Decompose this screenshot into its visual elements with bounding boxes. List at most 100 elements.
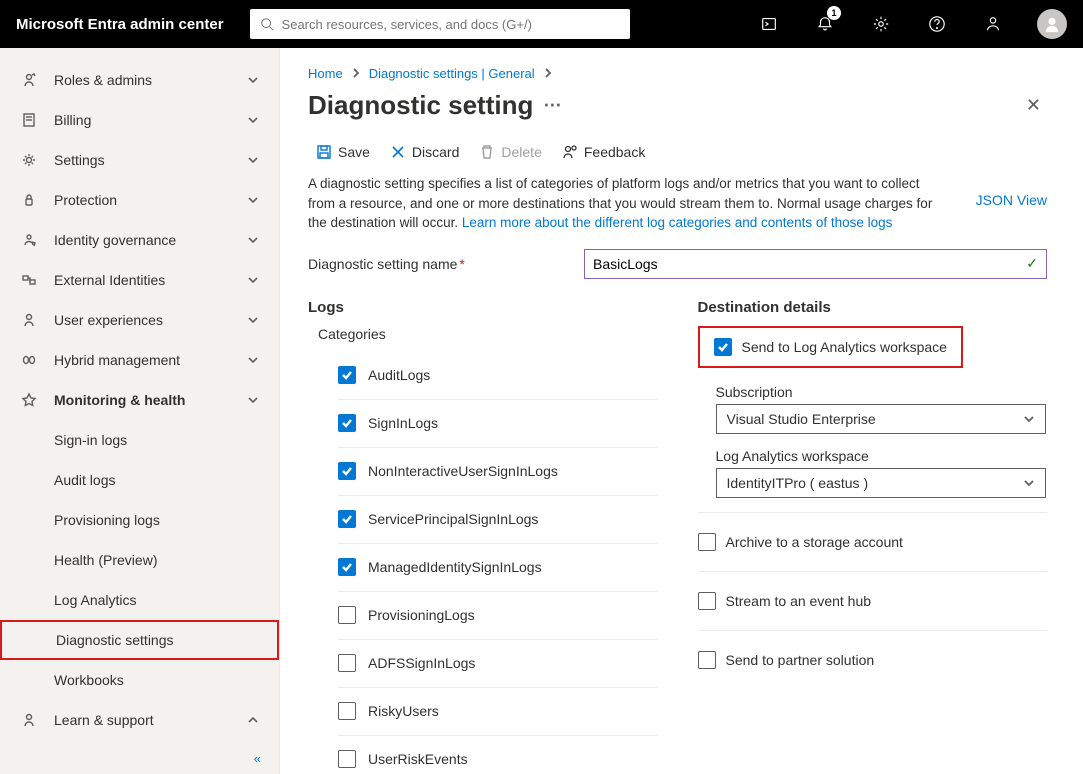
save-button[interactable]: Save (316, 144, 370, 160)
settings-gear-icon[interactable] (861, 0, 901, 48)
top-bar: Microsoft Entra admin center 1 (0, 0, 1083, 48)
log-category-auditlogs[interactable]: AuditLogs (338, 352, 658, 400)
nav-label: Monitoring & health (54, 392, 247, 408)
setting-name-input-wrap[interactable]: ✓ (584, 249, 1047, 279)
storage-checkbox[interactable] (698, 533, 716, 551)
category-label: UserRiskEvents (368, 751, 468, 767)
logs-title: Logs (308, 299, 658, 316)
nav-label: Protection (54, 192, 247, 208)
feedback-label: Feedback (584, 144, 645, 160)
sidebar-sub-workbooks[interactable]: Workbooks (0, 660, 279, 700)
nav-icon (18, 392, 40, 408)
log-category-noninteractiveusersigninlogs[interactable]: NonInteractiveUserSignInLogs (338, 448, 658, 496)
workspace-select[interactable]: IdentityITPro ( eastus ) (716, 468, 1046, 498)
subscription-value: Visual Studio Enterprise (727, 411, 876, 427)
chevron-down-icon (1023, 413, 1035, 425)
close-icon[interactable]: ✕ (1020, 89, 1047, 122)
category-checkbox[interactable] (338, 654, 356, 672)
category-label: SignInLogs (368, 415, 438, 431)
nav-icon (18, 192, 40, 208)
nav-label: Identity governance (54, 232, 247, 248)
log-category-riskyusers[interactable]: RiskyUsers (338, 688, 658, 736)
eventhub-checkbox[interactable] (698, 592, 716, 610)
category-checkbox[interactable] (338, 462, 356, 480)
sidebar-sub-provisioning-logs[interactable]: Provisioning logs (0, 500, 279, 540)
chevron-right-icon (543, 66, 553, 81)
sidebar-item-external-identities[interactable]: External Identities (0, 260, 279, 300)
sidebar-item-hybrid-management[interactable]: Hybrid management (0, 340, 279, 380)
breadcrumb-parent[interactable]: Diagnostic settings | General (369, 66, 535, 81)
partner-label: Send to partner solution (726, 652, 875, 668)
chevron-down-icon (247, 113, 261, 127)
nav-sub-label: Audit logs (54, 472, 261, 488)
category-label: ProvisioningLogs (368, 607, 475, 623)
category-checkbox[interactable] (338, 510, 356, 528)
sidebar-item-roles-admins[interactable]: Roles & admins (0, 60, 279, 100)
log-category-serviceprincipalsigninlogs[interactable]: ServicePrincipalSignInLogs (338, 496, 658, 544)
search-icon (260, 17, 274, 31)
sidebar-sub-health-preview-[interactable]: Health (Preview) (0, 540, 279, 580)
notifications-icon[interactable]: 1 (805, 0, 845, 48)
notification-badge: 1 (827, 6, 841, 20)
feedback-person-icon (562, 144, 578, 160)
chevron-up-icon (247, 393, 261, 407)
sidebar-sub-audit-logs[interactable]: Audit logs (0, 460, 279, 500)
archive-storage[interactable]: Archive to a storage account (698, 529, 1048, 555)
category-checkbox[interactable] (338, 414, 356, 432)
sidebar-item-billing[interactable]: Billing (0, 100, 279, 140)
cloud-shell-icon[interactable] (749, 0, 789, 48)
nav-icon (18, 72, 40, 88)
more-icon[interactable]: ⋯ (543, 95, 562, 116)
partner-checkbox[interactable] (698, 651, 716, 669)
save-label: Save (338, 144, 370, 160)
send-to-log-analytics[interactable]: Send to Log Analytics workspace (698, 326, 963, 368)
stream-event-hub[interactable]: Stream to an event hub (698, 588, 1048, 614)
json-view-link[interactable]: JSON View (976, 192, 1047, 208)
nav-label: User experiences (54, 312, 247, 328)
help-icon[interactable] (917, 0, 957, 48)
sidebar-item-protection[interactable]: Protection (0, 180, 279, 220)
nav-label: Roles & admins (54, 72, 247, 88)
subscription-select[interactable]: Visual Studio Enterprise (716, 404, 1046, 434)
category-checkbox[interactable] (338, 750, 356, 768)
sidebar-item-monitoring-health[interactable]: Monitoring & health (0, 380, 279, 420)
log-category-signinlogs[interactable]: SignInLogs (338, 400, 658, 448)
breadcrumb: Home Diagnostic settings | General (308, 66, 1047, 81)
category-checkbox[interactable] (338, 606, 356, 624)
discard-button[interactable]: Discard (390, 144, 459, 160)
nav-icon (18, 272, 40, 288)
global-search-input[interactable] (282, 17, 620, 32)
feedback-icon[interactable] (973, 0, 1013, 48)
sidebar-item-settings[interactable]: Settings (0, 140, 279, 180)
log-analytics-checkbox[interactable] (714, 338, 732, 356)
log-category-provisioninglogs[interactable]: ProvisioningLogs (338, 592, 658, 640)
sidebar-item-learn-support[interactable]: Learn & support (0, 700, 279, 740)
sidebar-item-user-experiences[interactable]: User experiences (0, 300, 279, 340)
discard-label: Discard (412, 144, 459, 160)
category-checkbox[interactable] (338, 558, 356, 576)
sidebar-sub-diagnostic-settings[interactable]: Diagnostic settings (0, 620, 279, 660)
category-label: ServicePrincipalSignInLogs (368, 511, 538, 527)
category-checkbox[interactable] (338, 366, 356, 384)
breadcrumb-home[interactable]: Home (308, 66, 343, 81)
learn-more-link[interactable]: Learn more about the different log categ… (462, 215, 893, 230)
feedback-button[interactable]: Feedback (562, 144, 645, 160)
sidebar-item-identity-governance[interactable]: Identity governance (0, 220, 279, 260)
log-category-adfssigninlogs[interactable]: ADFSSignInLogs (338, 640, 658, 688)
page-title: Diagnostic setting ⋯ (308, 90, 562, 121)
nav-label: Settings (54, 152, 247, 168)
nav-sub-label: Health (Preview) (54, 552, 261, 568)
category-checkbox[interactable] (338, 702, 356, 720)
sidebar-sub-log-analytics[interactable]: Log Analytics (0, 580, 279, 620)
category-label: ADFSSignInLogs (368, 655, 475, 671)
log-category-managedidentitysigninlogs[interactable]: ManagedIdentitySignInLogs (338, 544, 658, 592)
account-avatar[interactable] (1037, 9, 1067, 39)
chevron-down-icon (247, 193, 261, 207)
send-partner[interactable]: Send to partner solution (698, 647, 1048, 673)
global-search[interactable] (250, 9, 630, 39)
sidebar-collapse[interactable]: « (0, 745, 279, 774)
log-category-userriskevents[interactable]: UserRiskEvents (338, 736, 658, 774)
setting-name-input[interactable] (593, 256, 1026, 272)
sidebar-sub-sign-in-logs[interactable]: Sign-in logs (0, 420, 279, 460)
nav-icon (18, 352, 40, 368)
